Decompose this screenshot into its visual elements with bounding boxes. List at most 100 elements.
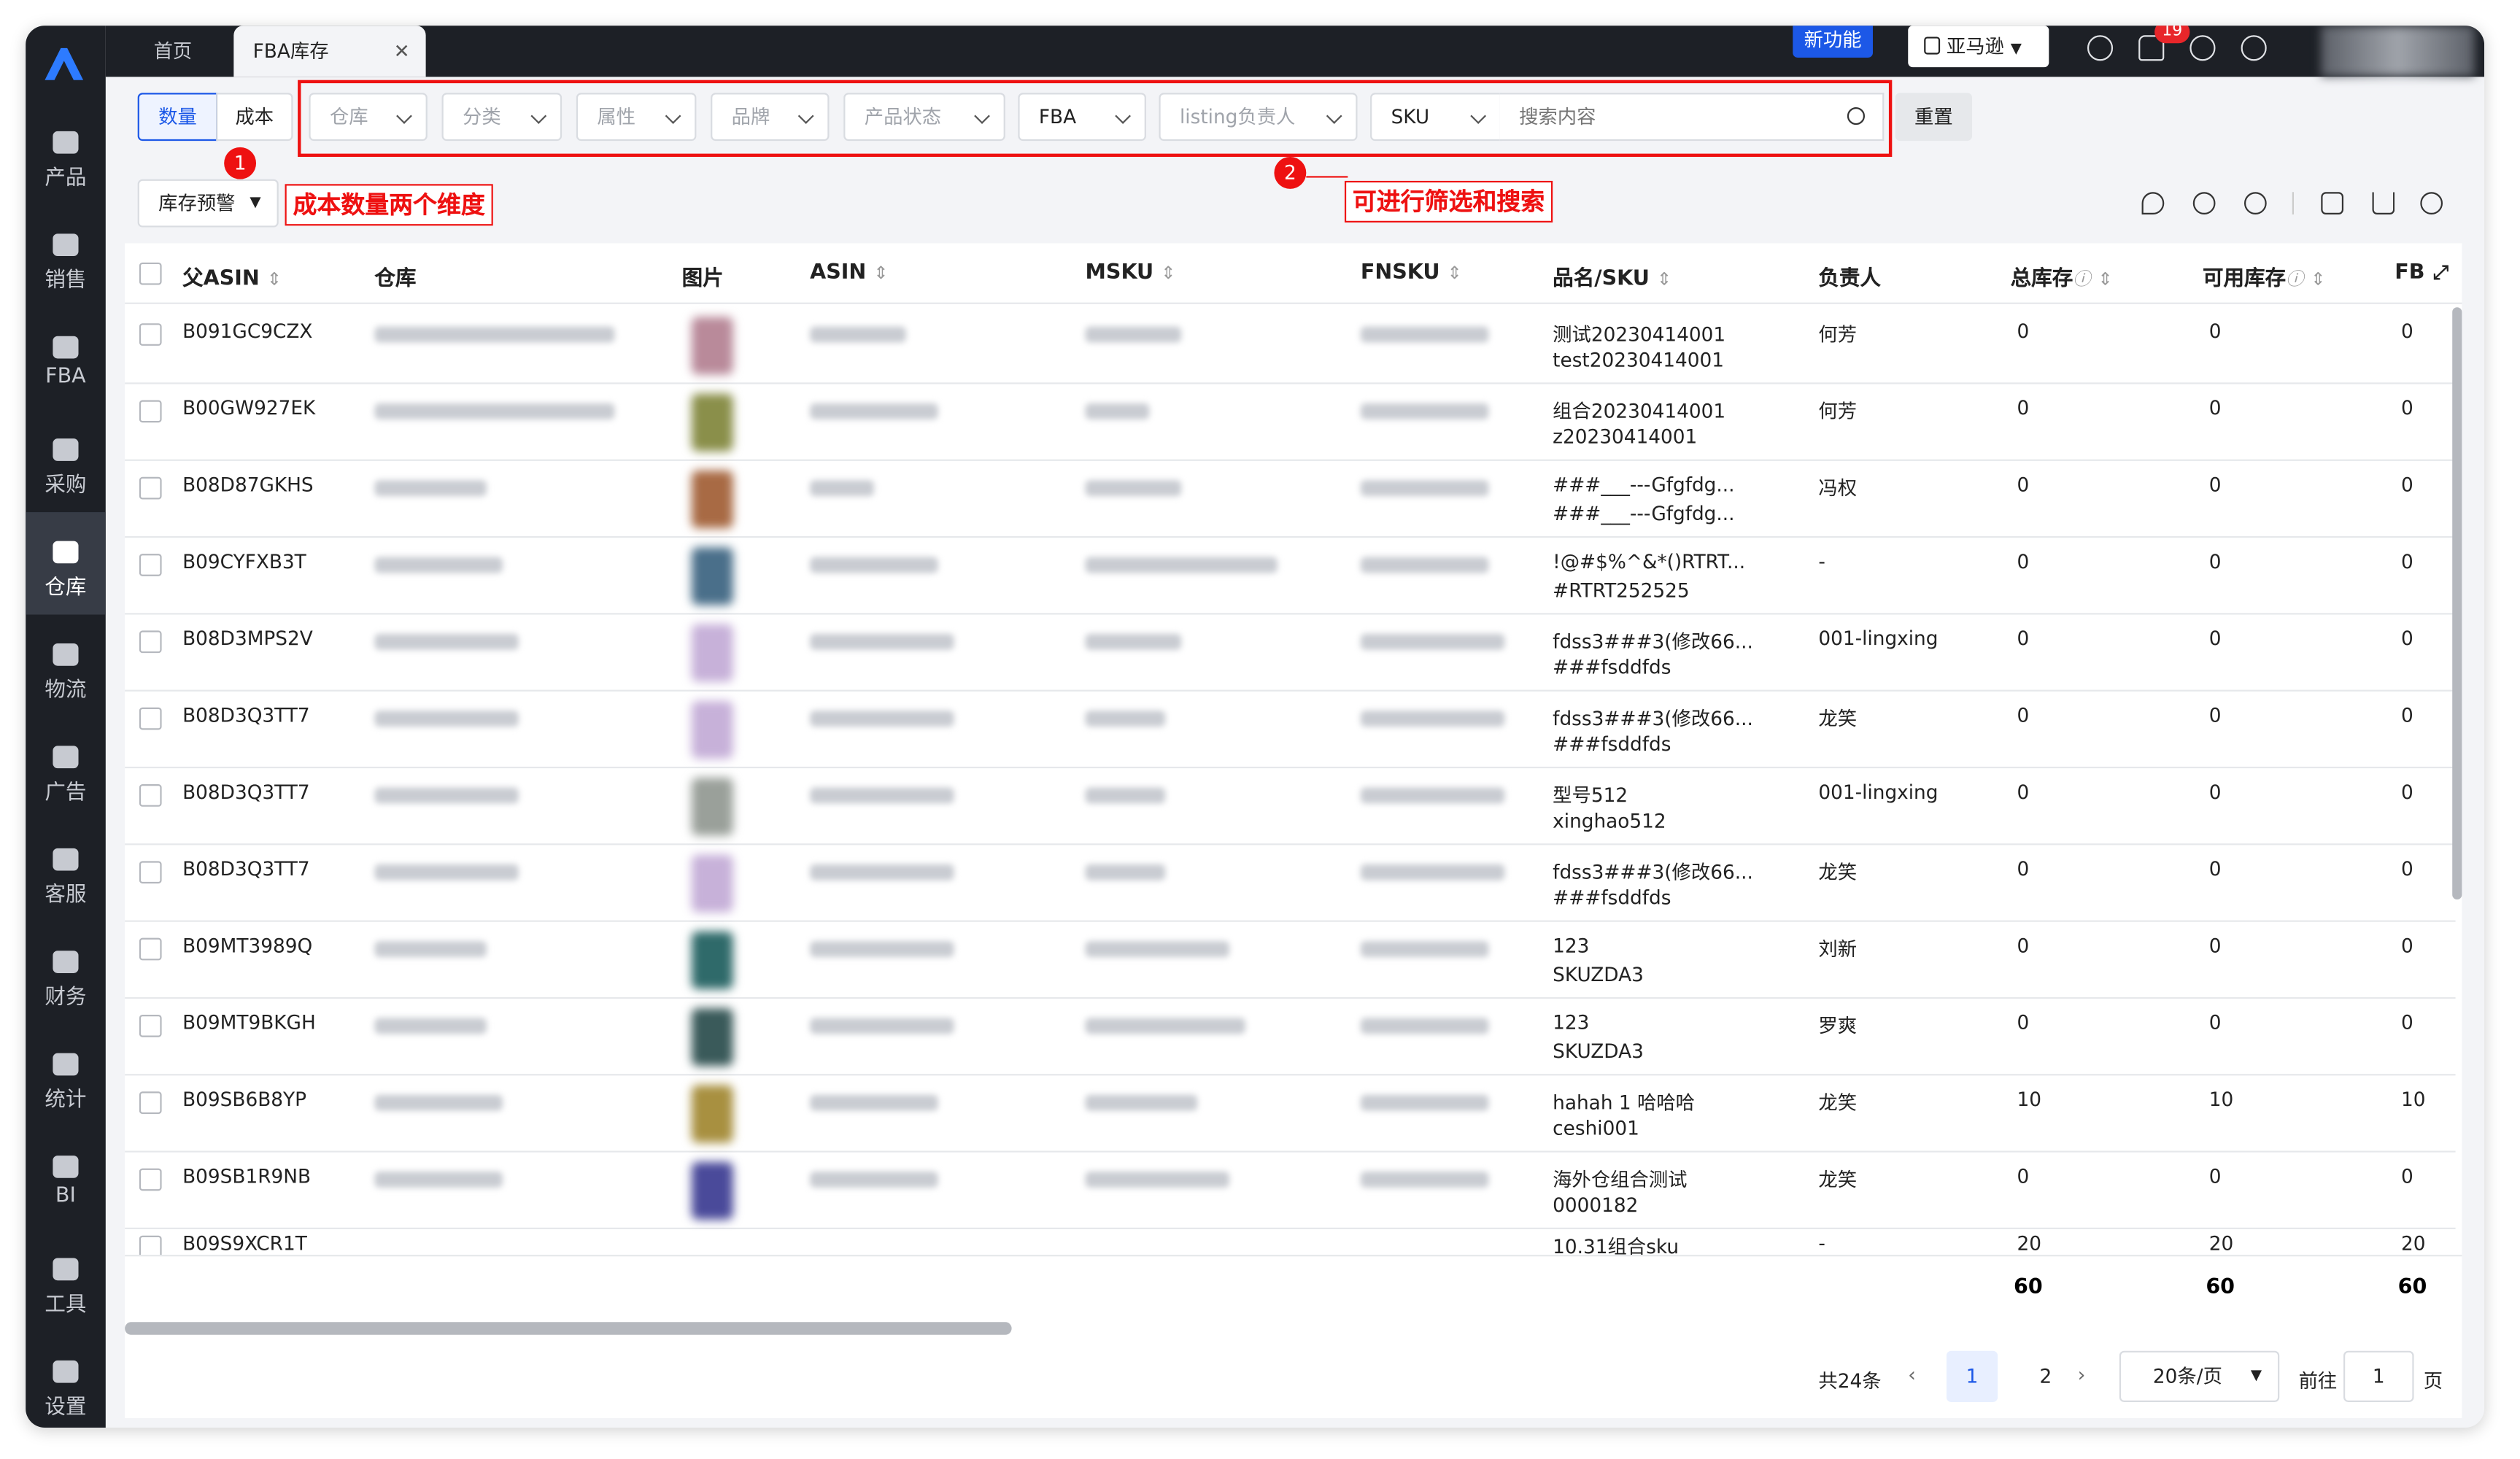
row-checkbox[interactable] — [139, 707, 162, 730]
search-field-select[interactable]: SKU — [1370, 93, 1501, 142]
table-row[interactable]: B09SB6B8YP hahah 1 哈哈哈 ceshi001 龙笑 10 10 10 — [125, 1075, 2456, 1153]
help-icon[interactable] — [2241, 35, 2267, 61]
table-row[interactable]: B08D3Q3TT7 fdss3###3(修改66... ###fsddfds 龙笑 0… — [125, 692, 2456, 769]
table-row[interactable]: B09S9XCR1T 10.31组合sku - 20 20 20 — [125, 1226, 2455, 1255]
product-thumbnail[interactable] — [691, 393, 733, 452]
col-msku[interactable]: MSKU ⇕ — [1086, 261, 1176, 285]
product-thumbnail[interactable] — [691, 1085, 733, 1143]
product-thumbnail[interactable] — [691, 1008, 733, 1067]
attribute-select[interactable]: 属性 — [576, 93, 697, 142]
sidebar-item-9[interactable]: 统计 — [26, 1024, 106, 1126]
table-row[interactable]: B09MT3989Q 123 SKUZDA3 刘新 0 0 0 — [125, 922, 2456, 999]
sidebar-item-4[interactable]: 仓库 — [26, 512, 106, 615]
sidebar-item-8[interactable]: 财务 — [26, 922, 106, 1024]
row-owner[interactable]: 龙笑 — [1818, 858, 1857, 885]
sidebar-item-11[interactable]: 工具 — [26, 1229, 106, 1331]
row-checkbox[interactable] — [139, 861, 162, 884]
table-row[interactable]: B08D3Q3TT7 fdss3###3(修改66... ###fsddfds 龙笑 0… — [125, 845, 2456, 922]
table-row[interactable]: B09MT9BKGH 123 SKUZDA3 罗爽 0 0 0 — [125, 999, 2456, 1076]
table-row[interactable]: B09SB1R9NB 海外仓组合测试 0000182 龙笑 0 0 0 — [125, 1153, 2456, 1229]
page-1-button[interactable]: 1 — [1946, 1350, 1998, 1402]
stock-alert-select[interactable]: 库存预警 ▼ — [137, 179, 279, 228]
row-owner[interactable]: 龙笑 — [1818, 1088, 1857, 1115]
product-thumbnail[interactable] — [691, 778, 733, 836]
col-available-stock[interactable]: 可用库存ⓘ ⇕ — [2203, 261, 2325, 291]
row-owner[interactable]: 何芳 — [1818, 397, 1857, 424]
sidebar-item-3[interactable]: 采购 — [26, 410, 106, 512]
col-total-stock[interactable]: 总库存ⓘ ⇕ — [2011, 261, 2113, 291]
row-checkbox[interactable] — [139, 937, 162, 961]
next-page-icon[interactable]: › — [2078, 1363, 2086, 1386]
product-status-select[interactable]: 产品状态 — [843, 93, 1005, 142]
table-row[interactable]: B08D87GKHS ###___---Gfgfdg... ###___---Gfg… — [125, 461, 2456, 538]
tab-home[interactable]: 首页 — [125, 26, 221, 77]
store-select[interactable]: 亚马逊 ▼ — [1908, 26, 2049, 68]
table-row[interactable]: B00GW927EK 组合20230414001 z20230414001 何芳 0 0 0 — [125, 384, 2456, 461]
sidebar-item-7[interactable]: 客服 — [26, 819, 106, 921]
row-owner[interactable]: 001-lingxing — [1818, 627, 1938, 650]
goto-page-input[interactable]: 1 — [2343, 1350, 2414, 1402]
col-name-sku[interactable]: 品名/SKU ⇕ — [1553, 261, 1671, 291]
sidebar-item-12[interactable]: 设置 — [26, 1331, 106, 1428]
product-thumbnail[interactable] — [691, 624, 733, 682]
row-checkbox[interactable] — [139, 630, 162, 654]
row-owner[interactable]: 何芳 — [1818, 320, 1857, 347]
search-input[interactable] — [1499, 93, 1885, 142]
select-all-checkbox[interactable] — [139, 262, 162, 285]
sidebar-item-1[interactable]: 销售 — [26, 205, 106, 307]
tab-fba-inventory[interactable]: FBA库存 ✕ — [233, 26, 426, 77]
avatar[interactable] — [2321, 26, 2475, 77]
horizontal-scrollbar[interactable] — [125, 1322, 1012, 1335]
page-size-select[interactable]: 20条/页 ▼ — [2119, 1350, 2280, 1402]
prev-page-icon[interactable]: ‹ — [1908, 1363, 1916, 1386]
warehouse-select[interactable]: 仓库 — [309, 93, 428, 142]
sidebar-item-5[interactable]: 物流 — [26, 614, 106, 716]
sidebar-item-2[interactable]: FBA — [26, 307, 106, 409]
qty-toggle-button[interactable]: 数量 — [137, 93, 218, 142]
support-icon[interactable] — [2189, 35, 2216, 61]
product-thumbnail[interactable] — [691, 547, 733, 605]
row-checkbox[interactable] — [139, 1014, 162, 1037]
row-owner[interactable]: 龙笑 — [1818, 704, 1857, 731]
expand-icon[interactable]: ⤢ — [2433, 261, 2449, 285]
refresh-icon[interactable] — [2141, 192, 2165, 214]
row-checkbox[interactable] — [139, 400, 162, 423]
info-icon[interactable] — [2192, 192, 2216, 214]
col-asin[interactable]: ASIN ⇕ — [810, 261, 888, 285]
product-thumbnail[interactable] — [691, 700, 733, 759]
product-thumbnail[interactable] — [691, 931, 733, 989]
product-thumbnail[interactable] — [691, 854, 733, 913]
col-fnsku[interactable]: FNSKU ⇕ — [1361, 261, 1462, 285]
row-checkbox[interactable] — [139, 1235, 162, 1255]
row-owner[interactable]: 刘新 — [1818, 934, 1857, 961]
cost-toggle-button[interactable]: 成本 — [216, 93, 293, 142]
download-icon[interactable] — [2372, 192, 2395, 214]
download-icon[interactable] — [2087, 35, 2114, 61]
col-parent-asin[interactable]: 父ASIN ⇕ — [182, 261, 282, 291]
row-checkbox[interactable] — [139, 1091, 162, 1115]
page-2-button[interactable]: 2 — [2020, 1351, 2071, 1402]
close-icon[interactable]: ✕ — [394, 26, 410, 77]
table-row[interactable]: B091GC9CZX 测试20230414001 test20230414001 何芳… — [125, 307, 2456, 384]
sidebar-item-6[interactable]: 广告 — [26, 717, 106, 819]
table-row[interactable]: B09CYFXB3T !@#$%^&*()RTRT... #RTRT252525 - 0… — [125, 538, 2456, 615]
row-checkbox[interactable] — [139, 476, 162, 500]
row-owner[interactable]: 罗爽 — [1818, 1012, 1857, 1039]
row-checkbox[interactable] — [139, 1168, 162, 1191]
row-owner[interactable]: - — [1818, 551, 1825, 573]
table-row[interactable]: B08D3Q3TT7 型号512 xinghao512 001-lingxing 0 0 0 — [125, 768, 2456, 845]
row-owner[interactable]: 冯权 — [1818, 473, 1857, 500]
help-icon[interactable] — [2243, 192, 2267, 214]
row-checkbox[interactable] — [139, 784, 162, 807]
row-owner[interactable]: 001-lingxing — [1818, 781, 1938, 804]
table-row[interactable]: B08D3MPS2V fdss3###3(修改66... ###fsddfds 001… — [125, 614, 2456, 692]
category-select[interactable]: 分类 — [441, 93, 563, 142]
listing-owner-select[interactable]: listing负责人 — [1159, 93, 1358, 142]
product-thumbnail[interactable] — [691, 471, 733, 529]
new-feature-button[interactable]: 新功能 — [1793, 26, 1873, 58]
row-owner[interactable]: 龙笑 — [1818, 1165, 1857, 1192]
row-checkbox[interactable] — [139, 323, 162, 346]
brand-select[interactable]: 品牌 — [711, 93, 830, 142]
vertical-scrollbar[interactable] — [2452, 307, 2462, 900]
column-settings-icon[interactable] — [2420, 192, 2443, 214]
